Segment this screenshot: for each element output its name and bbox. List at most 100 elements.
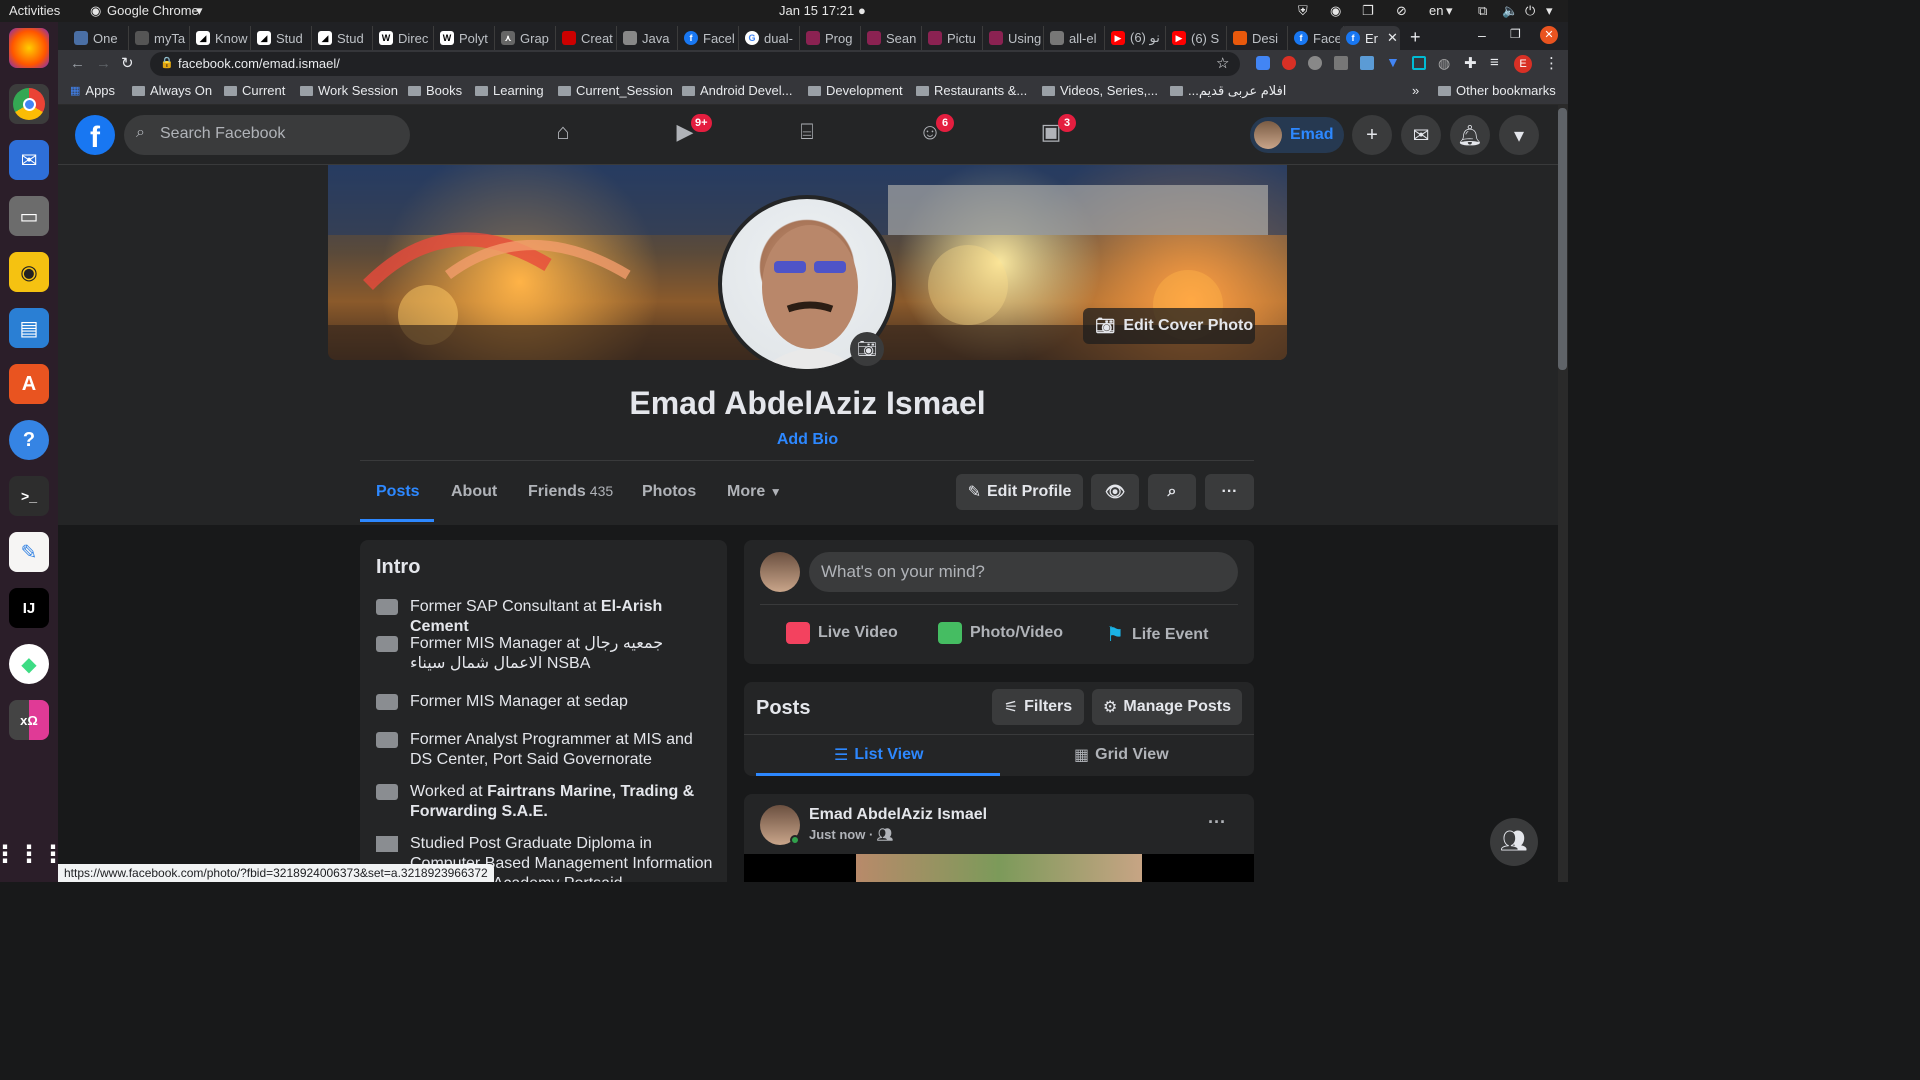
- messenger-icon[interactable]: ✉: [1401, 115, 1441, 155]
- bookmark-folder[interactable]: Current: [224, 83, 285, 98]
- tab[interactable]: Creat: [556, 26, 617, 50]
- thunderbird-icon[interactable]: ✉: [9, 140, 49, 180]
- chrome-tray-icon[interactable]: ◉: [1330, 3, 1341, 19]
- tab[interactable]: ⋏ Grap: [495, 26, 556, 50]
- bookmark-apps[interactable]: ▦ Apps: [70, 83, 115, 98]
- bookmark-folder[interactable]: Learning: [475, 83, 544, 98]
- intellij-icon[interactable]: IJ: [9, 588, 49, 628]
- back-icon[interactable]: ←: [70, 55, 85, 72]
- search-input[interactable]: ⌕ Search Facebook: [124, 115, 410, 155]
- firefox-icon[interactable]: [9, 28, 49, 68]
- bookmark-star-icon[interactable]: ☆: [1216, 54, 1229, 72]
- files-icon[interactable]: ▭: [9, 196, 49, 236]
- tab[interactable]: ▶ (6) S: [1166, 26, 1227, 50]
- photo-video-button[interactable]: Photo/Video: [938, 622, 1063, 644]
- tab[interactable]: Prog: [800, 26, 861, 50]
- post-photo[interactable]: [856, 854, 1142, 882]
- extension-icon[interactable]: [1334, 56, 1348, 70]
- tab[interactable]: myTa: [129, 26, 190, 50]
- network-icon[interactable]: ⧉: [1478, 3, 1487, 19]
- help-icon[interactable]: ?: [9, 420, 49, 460]
- tab[interactable]: W Direc: [373, 26, 434, 50]
- tab[interactable]: One: [68, 26, 129, 50]
- bookmark-folder[interactable]: Work Session: [300, 83, 398, 98]
- tab-friends[interactable]: Friends 435: [528, 483, 613, 501]
- address-bar[interactable]: 🔒 facebook.com/emad.ismael/ ☆: [150, 52, 1240, 76]
- whats-on-your-mind-input[interactable]: What's on your mind?: [809, 552, 1238, 592]
- tab-photos[interactable]: Photos: [642, 483, 696, 501]
- new-message-contacts-icon[interactable]: 👥︎: [1490, 818, 1538, 866]
- bookmark-folder[interactable]: Books: [408, 83, 462, 98]
- tab-active[interactable]: f Er ✕: [1340, 26, 1400, 50]
- bookmark-folder[interactable]: Restaurants &...: [916, 83, 1027, 98]
- bookmark-folder[interactable]: ...افلام عربى قديم: [1170, 83, 1286, 99]
- filters-button[interactable]: ⚟ Filters: [992, 689, 1084, 725]
- chrome-dock-icon[interactable]: [9, 84, 49, 124]
- minimize-icon[interactable]: –: [1478, 27, 1486, 43]
- marketplace-icon[interactable]: ⌸: [791, 119, 823, 151]
- shield-icon[interactable]: ⛨: [1298, 3, 1308, 19]
- tab[interactable]: W Polyt: [434, 26, 495, 50]
- tab[interactable]: Java: [617, 26, 678, 50]
- tab-about[interactable]: About: [451, 483, 497, 501]
- notifications-icon[interactable]: 🔔︎: [1450, 115, 1490, 155]
- grid-view-tab[interactable]: ▦ Grid View: [1074, 745, 1169, 765]
- extension-icon[interactable]: [1412, 56, 1426, 70]
- window-icon[interactable]: ❐: [1362, 3, 1374, 19]
- app-menu[interactable]: Google Chrome: [107, 3, 199, 18]
- facebook-logo-icon[interactable]: f: [75, 115, 115, 155]
- rhythmbox-icon[interactable]: ◉: [9, 252, 49, 292]
- profile-avatar[interactable]: E: [1514, 55, 1532, 73]
- live-video-button[interactable]: Live Video: [786, 622, 898, 644]
- restore-icon[interactable]: ❐: [1510, 27, 1521, 41]
- life-event-button[interactable]: ⚑ Life Event: [1106, 622, 1208, 647]
- tab[interactable]: f Facel: [1288, 26, 1344, 50]
- add-bio-link[interactable]: Add Bio: [328, 431, 1287, 449]
- writer-icon[interactable]: ▤: [9, 308, 49, 348]
- math-icon[interactable]: xΩ: [9, 700, 49, 740]
- tab[interactable]: Using: [983, 26, 1044, 50]
- view-as-button[interactable]: 👁︎: [1091, 474, 1139, 510]
- list-view-tab[interactable]: ☰ List View: [834, 745, 923, 765]
- tab-posts[interactable]: Posts: [376, 483, 420, 501]
- new-tab-icon[interactable]: +: [1410, 27, 1421, 48]
- extension-icon[interactable]: ▼: [1386, 54, 1400, 70]
- post-media[interactable]: [744, 854, 1254, 882]
- tab[interactable]: f Facel: [678, 26, 739, 50]
- create-icon[interactable]: +: [1352, 115, 1392, 155]
- extension-icon[interactable]: [1360, 56, 1374, 70]
- extensions-puzzle-icon[interactable]: ✚: [1464, 54, 1477, 72]
- search-profile-button[interactable]: ⌕: [1148, 474, 1196, 510]
- forward-icon[interactable]: →: [96, 55, 111, 72]
- more-options-button[interactable]: ···: [1205, 474, 1254, 510]
- avatar[interactable]: [760, 552, 800, 592]
- extension-icon[interactable]: [1308, 56, 1322, 70]
- tab[interactable]: all-el: [1044, 26, 1105, 50]
- home-icon[interactable]: ⌂: [547, 119, 579, 151]
- bookmarks-overflow[interactable]: »: [1412, 83, 1419, 98]
- manage-posts-button[interactable]: ⚙ Manage Posts: [1092, 689, 1242, 725]
- show-apps-icon[interactable]: ⋮⋮⋮: [0, 834, 65, 874]
- tab[interactable]: Gdual-: [739, 26, 800, 50]
- scrollbar-thumb[interactable]: [1558, 108, 1567, 370]
- bookmark-folder[interactable]: Always On: [132, 83, 212, 98]
- bookmark-folder[interactable]: Android Devel...: [682, 83, 793, 98]
- power-icon[interactable]: ⏻: [1525, 3, 1535, 19]
- other-bookmarks[interactable]: Other bookmarks: [1438, 83, 1556, 98]
- close-icon[interactable]: ✕: [1387, 30, 1398, 46]
- chrome-menu-icon[interactable]: ⋮: [1544, 54, 1559, 72]
- tab[interactable]: ◢ Stud: [312, 26, 373, 50]
- globe-icon[interactable]: ◍: [1438, 55, 1450, 72]
- post-timestamp[interactable]: Just now · 👥︎: [809, 827, 893, 843]
- post-options-icon[interactable]: ···: [1208, 812, 1226, 833]
- text-editor-icon[interactable]: ✎: [9, 532, 49, 572]
- android-studio-icon[interactable]: ◆: [9, 644, 49, 684]
- profile-shortcut[interactable]: Emad: [1250, 117, 1344, 153]
- terminal-icon[interactable]: >_: [9, 476, 49, 516]
- bookmark-folder[interactable]: Current_Session: [558, 83, 673, 98]
- post-author[interactable]: Emad AbdelAziz Ismael: [809, 806, 987, 824]
- edit-profile-button[interactable]: ✎ Edit Profile: [956, 474, 1083, 510]
- extension-icon[interactable]: [1282, 56, 1296, 70]
- tab[interactable]: ◢ Stud: [251, 26, 312, 50]
- no-sync-icon[interactable]: ⊘: [1396, 3, 1407, 19]
